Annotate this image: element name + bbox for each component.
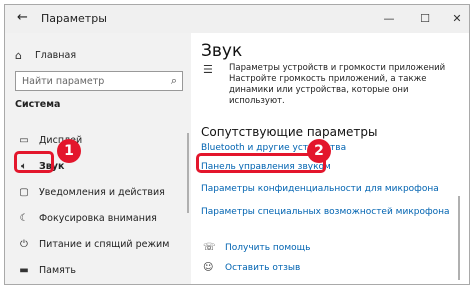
sidebar-item-home[interactable]: ⌂ Главная bbox=[15, 49, 76, 62]
main-content: Звук ☰ Параметры устройств и громкости п… bbox=[191, 33, 469, 284]
search-placeholder: Найти параметр bbox=[22, 76, 105, 87]
sidebar-item-label: Питание и спящий режим bbox=[39, 238, 170, 250]
home-icon: ⌂ bbox=[15, 49, 22, 62]
minimize-button[interactable]: — bbox=[377, 9, 401, 29]
feedback-link[interactable]: ☺ Оставить отзыв bbox=[203, 262, 300, 273]
title-bar: ← Параметры — ☐ ✕ bbox=[5, 5, 469, 33]
step-badge-2: 2 bbox=[307, 139, 331, 163]
sidebar-item-label: Память bbox=[39, 264, 76, 276]
section-title: Система bbox=[15, 99, 61, 110]
sidebar-item-storage[interactable]: ▬ Память bbox=[5, 257, 191, 283]
step-badge-1: 1 bbox=[57, 139, 81, 163]
storage-icon: ▬ bbox=[19, 264, 29, 276]
app-volume-settings[interactable]: ☰ Параметры устройств и громкости прилож… bbox=[203, 63, 459, 107]
highlight-sound bbox=[14, 151, 54, 173]
sidebar-item-label: Фокусировка внимания bbox=[39, 212, 157, 224]
sidebar-item-focus[interactable]: ☾ Фокусировка внимания bbox=[5, 205, 191, 231]
sidebar-item-notifications[interactable]: ▢ Уведомления и действия bbox=[5, 179, 191, 205]
back-arrow-icon[interactable]: ← bbox=[17, 10, 28, 25]
highlight-sound-panel bbox=[196, 153, 326, 173]
mixer-icon: ☰ bbox=[203, 63, 213, 76]
get-help-link[interactable]: ☏ Получить помощь bbox=[203, 242, 310, 253]
mic-accessibility-link[interactable]: Параметры специальных возможностей микро… bbox=[201, 207, 450, 217]
sidebar-item-label: Уведомления и действия bbox=[39, 186, 165, 198]
power-icon: ⏻︎ bbox=[20, 238, 28, 250]
mic-privacy-link[interactable]: Параметры конфиденциальности для микрофо… bbox=[201, 184, 439, 194]
notifications-icon: ▢ bbox=[19, 186, 29, 198]
focus-assist-icon: ☾ bbox=[19, 212, 29, 224]
feedback-icon: ☺ bbox=[203, 262, 214, 273]
related-settings-title: Сопутствующие параметры bbox=[201, 125, 378, 139]
content-scrollbar[interactable] bbox=[458, 196, 460, 280]
sidebar: ⌂ Главная Найти параметр ⌕ Система ▭ Дис… bbox=[5, 33, 191, 284]
app-volume-text: Параметры устройств и громкости приложен… bbox=[229, 63, 446, 106]
search-box[interactable]: Найти параметр ⌕ bbox=[15, 71, 183, 91]
display-icon: ▭ bbox=[19, 134, 29, 146]
close-button[interactable]: ✕ bbox=[445, 9, 469, 29]
window-title: Параметры bbox=[41, 12, 107, 25]
sidebar-item-power[interactable]: ⏻︎ Питание и спящий режим bbox=[5, 231, 191, 257]
sidebar-scrollbar[interactable] bbox=[187, 133, 189, 213]
get-help-label: Получить помощь bbox=[225, 242, 311, 253]
feedback-label: Оставить отзыв bbox=[225, 262, 301, 273]
search-icon[interactable]: ⌕ bbox=[171, 74, 177, 88]
sidebar-item-display[interactable]: ▭ Дисплей bbox=[5, 127, 191, 153]
maximize-button[interactable]: ☐ bbox=[413, 9, 437, 29]
help-icon: ☏ bbox=[203, 242, 216, 253]
home-label: Главная bbox=[35, 50, 77, 61]
settings-window: ← Параметры — ☐ ✕ ⌂ Главная Найти параме… bbox=[4, 4, 470, 285]
page-title: Звук bbox=[201, 41, 243, 61]
